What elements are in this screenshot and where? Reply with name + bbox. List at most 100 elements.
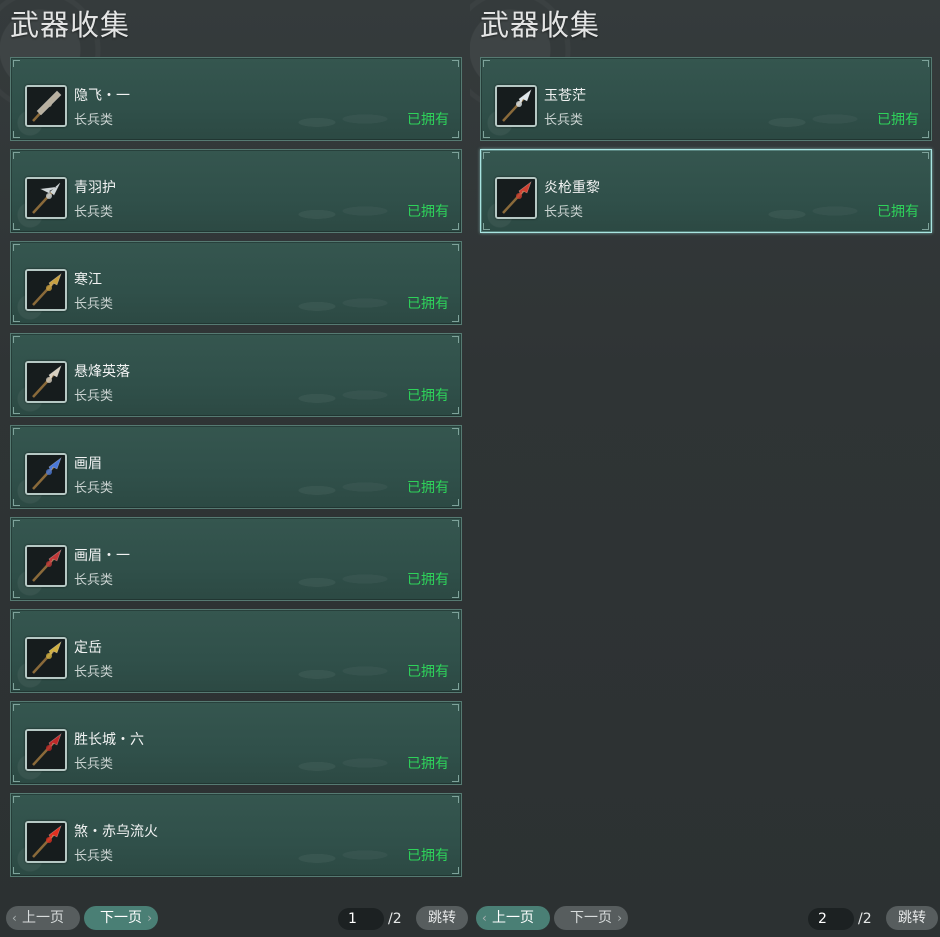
card-corner-ornament xyxy=(922,152,929,159)
spear-icon xyxy=(25,269,67,311)
weapon-card[interactable]: 煞・赤乌流火 长兵类 已拥有 xyxy=(10,793,462,877)
cloud-pattern xyxy=(281,654,401,688)
card-corner-ornament xyxy=(13,244,20,251)
card-corner-ornament xyxy=(922,60,929,67)
weapon-card[interactable]: 画眉 长兵类 已拥有 xyxy=(10,425,462,509)
weapon-card[interactable]: 青羽护 长兵类 已拥有 xyxy=(10,149,462,233)
jump-button[interactable]: 跳转 xyxy=(886,906,938,930)
panel-title: 武器收集 xyxy=(10,8,131,42)
cloud-pattern xyxy=(281,378,401,412)
owned-status: 已拥有 xyxy=(407,296,449,312)
card-corner-ornament xyxy=(452,520,459,527)
card-corner-ornament xyxy=(13,704,20,711)
cloud-pattern xyxy=(281,102,401,136)
owned-status: 已拥有 xyxy=(407,388,449,404)
prev-page-button[interactable]: ‹ 上一页 xyxy=(6,906,80,930)
weapon-type: 长兵类 xyxy=(74,757,114,772)
card-corner-ornament xyxy=(452,407,459,414)
page-number-input[interactable]: 1 xyxy=(338,908,384,930)
weapon-card[interactable]: 定岳 长兵类 已拥有 xyxy=(10,609,462,693)
owned-status: 已拥有 xyxy=(877,204,919,220)
weapon-card[interactable]: 寒江长兵类 已拥有 xyxy=(10,241,462,325)
weapon-type: 长兵类 xyxy=(74,849,114,864)
spear-icon xyxy=(495,85,537,127)
card-corner-ornament xyxy=(452,223,459,230)
card-corner-ornament xyxy=(13,336,20,343)
jump-button[interactable]: 跳转 xyxy=(416,906,468,930)
card-corner-ornament xyxy=(452,704,459,711)
owned-status: 已拥有 xyxy=(877,112,919,128)
card-corner-ornament xyxy=(452,612,459,619)
weapon-name: 画眉・一 xyxy=(74,548,130,564)
next-page-button[interactable]: 下一页 › xyxy=(554,906,628,930)
weapon-card[interactable]: 隐飞・一 长兵类 已拥有 xyxy=(10,57,462,141)
collection-panel-right: 武器收集 玉苍茫 长兵类 已拥有 炎枪重黎 长兵类 已拥有 ‹ 上一页 下一页 › 2 /… xyxy=(470,0,940,937)
weapon-type: 长兵类 xyxy=(74,113,114,128)
card-corner-ornament xyxy=(452,152,459,159)
card-corner-ornament xyxy=(452,428,459,435)
card-corner-ornament xyxy=(452,591,459,598)
weapon-name: 煞・赤乌流火 xyxy=(74,824,158,840)
weapon-name: 玉苍茫 xyxy=(544,88,586,104)
spear-icon xyxy=(495,177,537,219)
weapon-type: 长兵类 xyxy=(74,665,114,680)
page-number-input[interactable]: 2 xyxy=(808,908,854,930)
next-page-button[interactable]: 下一页 › xyxy=(84,906,158,930)
card-corner-ornament xyxy=(922,223,929,230)
card-corner-ornament xyxy=(13,152,20,159)
next-page-label: 下一页 xyxy=(570,910,612,926)
card-corner-ornament xyxy=(13,428,20,435)
prev-page-label: 上一页 xyxy=(22,910,64,926)
cloud-pattern xyxy=(751,194,871,228)
card-corner-ornament xyxy=(452,131,459,138)
weapon-name: 寒江 xyxy=(74,272,102,288)
card-corner-ornament xyxy=(452,683,459,690)
weapon-name: 胜长城・六 xyxy=(74,732,144,748)
spear-icon xyxy=(25,453,67,495)
owned-status: 已拥有 xyxy=(407,204,449,220)
spear-icon xyxy=(25,361,67,403)
card-corner-ornament xyxy=(452,60,459,67)
card-corner-ornament xyxy=(13,796,20,803)
weapon-name: 悬烽英落 xyxy=(74,364,130,380)
page-total: /2 xyxy=(858,911,872,927)
weapon-type: 长兵类 xyxy=(74,481,114,496)
chevron-right-icon: › xyxy=(617,911,622,925)
spear-icon xyxy=(25,545,67,587)
weapon-type: 长兵类 xyxy=(74,205,114,220)
weapon-card[interactable]: 悬烽英落长兵类 已拥有 xyxy=(10,333,462,417)
weapon-name: 隐飞・一 xyxy=(74,88,130,104)
weapon-type: 长兵类 xyxy=(544,205,584,220)
cloud-pattern xyxy=(281,838,401,872)
weapon-card[interactable]: 胜长城・六长兵类 已拥有 xyxy=(10,701,462,785)
card-corner-ornament xyxy=(452,775,459,782)
weapon-card[interactable]: 炎枪重黎长兵类 已拥有 xyxy=(480,149,932,233)
prev-page-button[interactable]: ‹ 上一页 xyxy=(476,906,550,930)
owned-status: 已拥有 xyxy=(407,664,449,680)
card-corner-ornament xyxy=(452,315,459,322)
next-page-label: 下一页 xyxy=(100,910,142,926)
weapon-name: 炎枪重黎 xyxy=(544,180,600,196)
owned-status: 已拥有 xyxy=(407,756,449,772)
weapon-type: 长兵类 xyxy=(74,297,114,312)
weapon-type: 长兵类 xyxy=(74,389,114,404)
weapon-collection-screen: 武器收集 隐飞・一 长兵类 已拥有 青羽护 长兵类 已拥有 寒江 长兵类 已拥有 悬烽英落 长兵类已… xyxy=(0,0,940,937)
chevron-left-icon: ‹ xyxy=(482,911,487,925)
card-corner-ornament xyxy=(452,336,459,343)
card-corner-ornament xyxy=(483,152,490,159)
chevron-right-icon: › xyxy=(147,911,152,925)
cloud-pattern xyxy=(281,470,401,504)
sword-icon xyxy=(25,85,67,127)
owned-status: 已拥有 xyxy=(407,848,449,864)
card-corner-ornament xyxy=(452,244,459,251)
weapon-card[interactable]: 画眉・一 长兵类 已拥有 xyxy=(10,517,462,601)
cloud-pattern xyxy=(751,102,871,136)
card-corner-ornament xyxy=(13,60,20,67)
weapon-type: 长兵类 xyxy=(544,113,584,128)
card-corner-ornament xyxy=(13,520,20,527)
weapon-card[interactable]: 玉苍茫长兵类 已拥有 xyxy=(480,57,932,141)
cloud-pattern xyxy=(281,286,401,320)
card-corner-ornament xyxy=(13,612,20,619)
collection-panel-left: 武器收集 隐飞・一 长兵类 已拥有 青羽护 长兵类 已拥有 寒江 长兵类 已拥有 悬烽英落 长兵类已… xyxy=(0,0,470,937)
card-corner-ornament xyxy=(452,867,459,874)
